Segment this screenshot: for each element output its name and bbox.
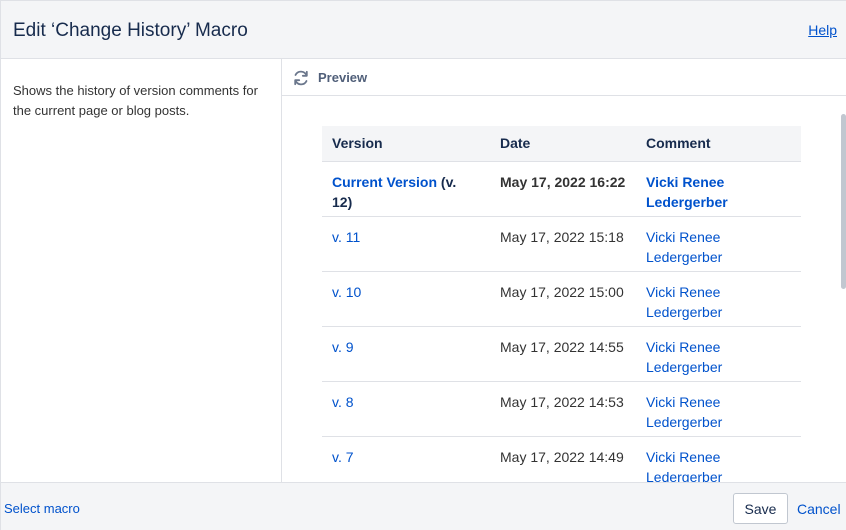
- date-cell: May 17, 2022 14:53: [490, 381, 636, 437]
- preview-label: Preview: [318, 70, 368, 85]
- table-row: Current Version (v. 12) May 17, 2022 16:…: [322, 161, 801, 217]
- version-link[interactable]: v. 8: [332, 394, 354, 410]
- date-cell: May 17, 2022 15:00: [490, 271, 636, 327]
- comment-cell: Vicki Renee Ledergerber: [636, 381, 801, 437]
- change-history-table: Version Date Comment Current Version (v.…: [322, 126, 801, 482]
- macro-sidebar: Shows the history of version comments fo…: [1, 59, 282, 482]
- cancel-link[interactable]: Cancel: [797, 501, 841, 517]
- column-header-version: Version: [322, 126, 490, 162]
- table-row: v. 9 May 17, 2022 14:55 Vicki Renee Lede…: [322, 326, 801, 382]
- version-cell: v. 10: [322, 271, 490, 327]
- table-header-row: Version Date Comment: [322, 126, 801, 162]
- date-cell: May 17, 2022 14:55: [490, 326, 636, 382]
- table-row: v. 7 May 17, 2022 14:49 Vicki Renee Lede…: [322, 436, 801, 482]
- dialog-footer: Select macro Save Cancel: [1, 482, 846, 530]
- version-link[interactable]: v. 9: [332, 339, 354, 355]
- author-link[interactable]: Vicki Renee Ledergerber: [646, 449, 722, 483]
- scrollbar-thumb[interactable]: [841, 114, 846, 289]
- date-cell: May 17, 2022 14:49: [490, 436, 636, 482]
- preview-scrollbar[interactable]: [839, 96, 846, 482]
- comment-cell: Vicki Renee Ledergerber: [636, 271, 801, 327]
- version-cell: v. 8: [322, 381, 490, 437]
- save-button[interactable]: Save: [733, 493, 788, 524]
- version-cell: Current Version (v. 12): [322, 161, 490, 217]
- author-link[interactable]: Vicki Renee Ledergerber: [646, 174, 728, 210]
- version-link[interactable]: Current Version: [332, 174, 437, 190]
- refresh-icon[interactable]: [292, 69, 310, 87]
- preview-header: Preview: [282, 59, 846, 96]
- macro-description: Shows the history of version comments fo…: [13, 83, 258, 118]
- date-cell: May 17, 2022 16:22: [490, 161, 636, 217]
- author-link[interactable]: Vicki Renee Ledergerber: [646, 339, 722, 375]
- version-cell: v. 11: [322, 216, 490, 272]
- table-row: v. 8 May 17, 2022 14:53 Vicki Renee Lede…: [322, 381, 801, 437]
- table-row: v. 11 May 17, 2022 15:18 Vicki Renee Led…: [322, 216, 801, 272]
- table-row: v. 10 May 17, 2022 15:00 Vicki Renee Led…: [322, 271, 801, 327]
- comment-cell: Vicki Renee Ledergerber: [636, 216, 801, 272]
- help-link[interactable]: Help: [808, 22, 837, 38]
- author-link[interactable]: Vicki Renee Ledergerber: [646, 394, 722, 430]
- version-link[interactable]: v. 10: [332, 284, 361, 300]
- column-header-date: Date: [490, 126, 636, 162]
- version-cell: v. 7: [322, 436, 490, 482]
- select-macro-link[interactable]: Select macro: [4, 501, 80, 516]
- version-link[interactable]: v. 11: [332, 229, 360, 245]
- macro-dialog: Edit ‘Change History’ Macro Help Shows t…: [0, 0, 846, 530]
- dialog-title: Edit ‘Change History’ Macro: [13, 20, 248, 41]
- date-cell: May 17, 2022 15:18: [490, 216, 636, 272]
- dialog-header: Edit ‘Change History’ Macro Help: [1, 1, 846, 59]
- comment-cell: Vicki Renee Ledergerber: [636, 161, 801, 217]
- column-header-comment: Comment: [636, 126, 801, 162]
- version-cell: v. 9: [322, 326, 490, 382]
- comment-cell: Vicki Renee Ledergerber: [636, 436, 801, 482]
- version-link[interactable]: v. 7: [332, 449, 354, 465]
- preview-pane: Version Date Comment Current Version (v.…: [282, 96, 846, 482]
- comment-cell: Vicki Renee Ledergerber: [636, 326, 801, 382]
- author-link[interactable]: Vicki Renee Ledergerber: [646, 284, 722, 320]
- author-link[interactable]: Vicki Renee Ledergerber: [646, 229, 722, 265]
